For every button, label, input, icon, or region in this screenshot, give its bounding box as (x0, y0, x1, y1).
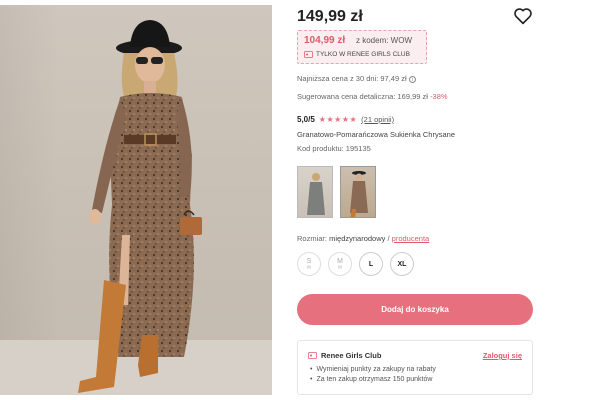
ticket-icon (308, 352, 317, 359)
promo-code-label: z kodem: WOW (356, 36, 413, 45)
product-code: Kod produktu: 195135 (297, 144, 371, 153)
benefit-item: Wymieniaj punkty za zakupy na rabaty (310, 365, 435, 375)
lowest-price-row: Najniższa cena z 30 dni: 97,49 zł i (297, 74, 416, 83)
rating-score: 5,0/5 (297, 115, 315, 124)
envelope-icon: ✉ (306, 264, 312, 271)
benefit-item: Za ten zakup otrzymasz 150 punktów (310, 375, 436, 385)
size-option-s[interactable]: S ✉ (297, 252, 321, 276)
size-option-xl[interactable]: XL (390, 252, 414, 276)
promo-code-box: 104,99 zł z kodem: WOW TYLKO W RENEE GIR… (297, 30, 427, 64)
size-options: S ✉ M ✉ L XL (297, 252, 414, 276)
ticket-icon (304, 51, 313, 58)
heart-icon[interactable] (513, 7, 533, 25)
size-option-l[interactable]: L (359, 252, 383, 276)
size-option-m[interactable]: M ✉ (328, 252, 352, 276)
club-header: Renee Girls Club (308, 351, 381, 360)
product-main-image[interactable] (0, 5, 272, 395)
size-option-label: S (306, 257, 312, 265)
info-icon[interactable]: i (408, 75, 416, 83)
rating-row: 5,0/5 ★★★★★ (21 opinii) (297, 115, 394, 124)
thumbnail-2[interactable] (340, 166, 376, 218)
add-to-cart-button[interactable]: Dodaj do koszyka (297, 294, 533, 325)
club-title: Renee Girls Club (321, 351, 382, 360)
product-name: Granatowo-Pomarańczowa Sukienka Chrysane (297, 130, 455, 139)
suggested-price-text: Sugerowana cena detaliczna: 169,99 zł (297, 92, 428, 101)
model-illustration (78, 20, 202, 393)
thumbnail-2-image (350, 171, 368, 217)
promo-club-row: TYLKO W RENEE GIRLS CLUB (304, 51, 410, 58)
size-option-label: XL (397, 260, 407, 268)
login-link[interactable]: Zaloguj się (483, 351, 522, 360)
size-system: międzynarodowy (329, 234, 386, 243)
product-price: 149,99 zł (297, 8, 363, 25)
thumbnail-1-image (307, 173, 325, 215)
suggested-price-row: Sugerowana cena detaliczna: 169,99 zł -3… (297, 92, 448, 101)
club-panel: Renee Girls Club Zaloguj się Wymieniaj p… (297, 340, 533, 395)
size-row: Rozmiar: międzynarodowy / producenta (297, 234, 429, 243)
size-separator: / (387, 234, 390, 243)
reviews-link[interactable]: (21 opinii) (361, 115, 394, 124)
thumbnail-1[interactable] (297, 166, 333, 218)
lowest-price-text: Najniższa cena z 30 dni: 97,49 zł (297, 74, 407, 83)
promo-club-label: TYLKO W RENEE GIRLS CLUB (316, 51, 410, 58)
club-benefits: Wymieniaj punkty za zakupy na rabaty Za … (310, 365, 436, 385)
discount-badge: -38% (430, 92, 448, 101)
size-label: Rozmiar: (297, 234, 328, 243)
size-producer-link[interactable]: producenta (392, 234, 430, 243)
envelope-icon: ✉ (337, 264, 343, 271)
rating-stars: ★★★★★ (318, 115, 358, 124)
size-option-label: M (337, 257, 343, 265)
promo-price: 104,99 zł (304, 35, 346, 46)
size-option-label: L (368, 260, 374, 268)
